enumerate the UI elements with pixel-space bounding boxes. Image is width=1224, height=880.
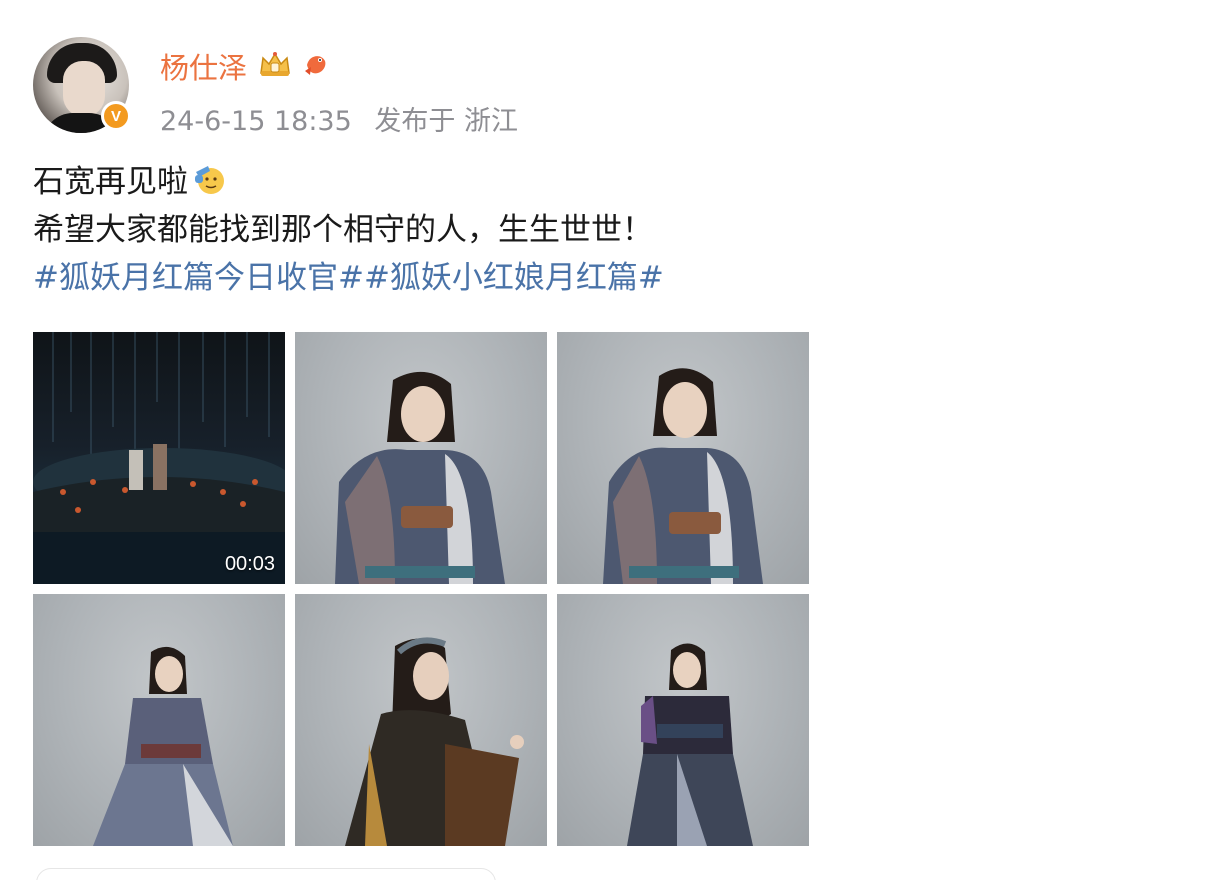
video-duration: 00:03 [224,553,275,575]
photo-5[interactable] [295,594,547,846]
hashtag-link-1[interactable]: #狐妖月红篇今日收官# [33,260,364,296]
fish-badge-icon[interactable] [301,49,331,79]
post-text-line2: 希望大家都能找到那个相守的人，生生世世！ [33,212,653,248]
post-timestamp: 24-6-15 18:35 [160,106,352,137]
photo-4[interactable] [33,594,285,846]
avatar[interactable]: V [33,37,131,133]
verified-badge-icon: V [101,101,131,131]
comment-bar-edge [36,868,496,880]
portrait-illustration [603,368,763,584]
media-grid: 00:03 [33,332,809,846]
photo-6[interactable] [557,594,809,846]
video-thumbnail[interactable]: 00:03 [33,332,285,584]
portrait-illustration [335,371,505,584]
post-header: V 杨仕泽 24-6-15 18:35 发布于 浙江 [33,37,733,137]
post-text-line1: 石宽再见啦 [33,164,188,200]
post-hashtags: #狐妖月红篇今日收官##狐妖小红娘月红篇# [33,254,1183,302]
portrait-illustration [345,637,524,846]
hashtag-link-2[interactable]: #狐妖小红娘月红篇# [364,260,664,296]
portrait-illustration [93,646,233,846]
video-scene-illustration [33,332,285,584]
post-line-1: 石宽再见啦 [33,158,1183,206]
post-source: 发布于 浙江 [374,106,518,137]
saluting-face-emoji-icon [195,166,224,194]
post-content: 石宽再见啦 希望大家都能找到那个相守的人，生生世世！ #狐妖月红篇今日收官##狐… [33,158,1183,302]
portrait-illustration [627,643,753,846]
photo-3[interactable] [557,332,809,584]
photo-2[interactable] [295,332,547,584]
post-meta: 24-6-15 18:35 发布于 浙江 [160,99,518,138]
crown-badge-icon[interactable] [257,49,293,79]
author-name[interactable]: 杨仕泽 [160,45,247,87]
